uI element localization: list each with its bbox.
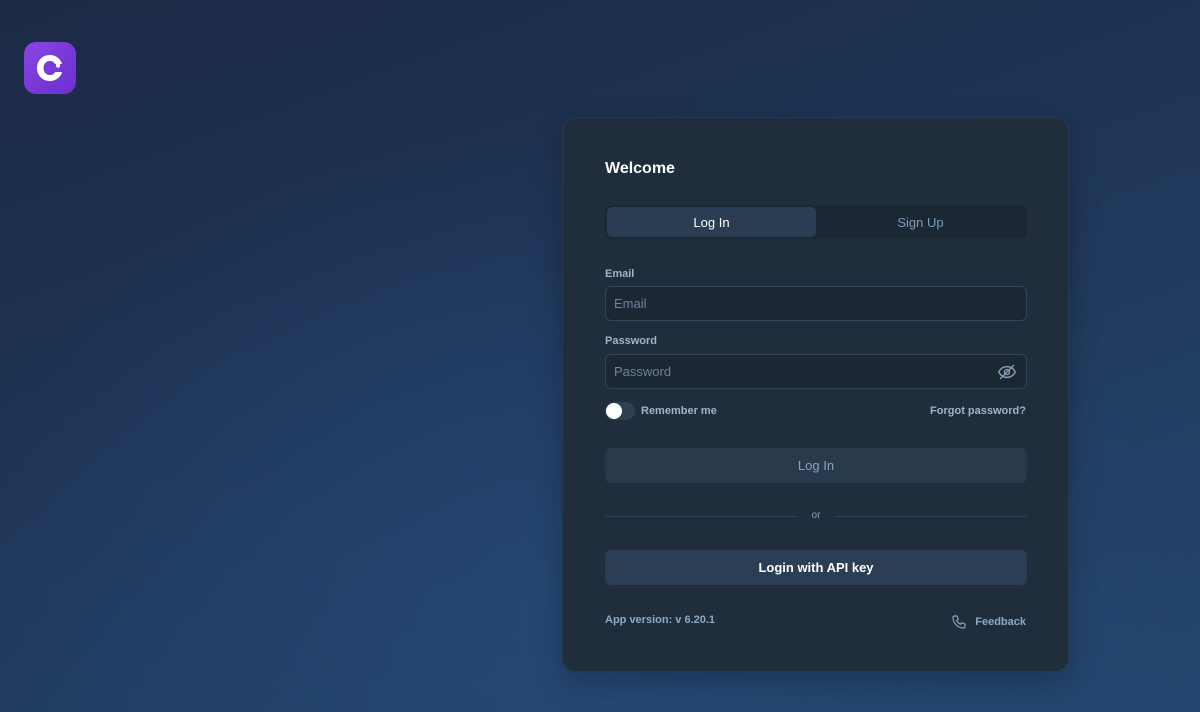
log-in-button[interactable]: Log In	[605, 448, 1027, 483]
email-field-wrap	[605, 286, 1027, 321]
email-input[interactable]	[606, 287, 1026, 320]
feedback-label: Feedback	[975, 616, 1026, 628]
password-label: Password	[605, 335, 657, 347]
password-input[interactable]	[606, 355, 1026, 388]
tab-sign-up[interactable]: Sign Up	[816, 207, 1025, 237]
login-card: Welcome Log In Sign Up Email Password Re…	[562, 117, 1069, 672]
tab-log-in[interactable]: Log In	[607, 207, 816, 237]
brand-logo-icon	[37, 55, 62, 81]
app-version: App version: v 6.20.1	[605, 614, 716, 626]
toggle-knob	[606, 403, 622, 419]
divider-line-right	[835, 516, 1027, 517]
login-with-api-key-button[interactable]: Login with API key	[605, 550, 1027, 585]
app-logo[interactable]	[24, 42, 76, 94]
password-field-wrap	[605, 354, 1027, 389]
eye-off-icon[interactable]	[997, 362, 1017, 382]
phone-icon	[952, 615, 966, 629]
remember-me-toggle[interactable]	[605, 402, 635, 420]
remember-me-label: Remember me	[641, 405, 717, 417]
auth-tabs: Log In Sign Up	[605, 205, 1027, 239]
card-title: Welcome	[605, 160, 675, 177]
email-label: Email	[605, 268, 635, 280]
feedback-link[interactable]: Feedback	[951, 614, 1026, 630]
forgot-password-link[interactable]: Forgot password?	[930, 405, 1026, 417]
